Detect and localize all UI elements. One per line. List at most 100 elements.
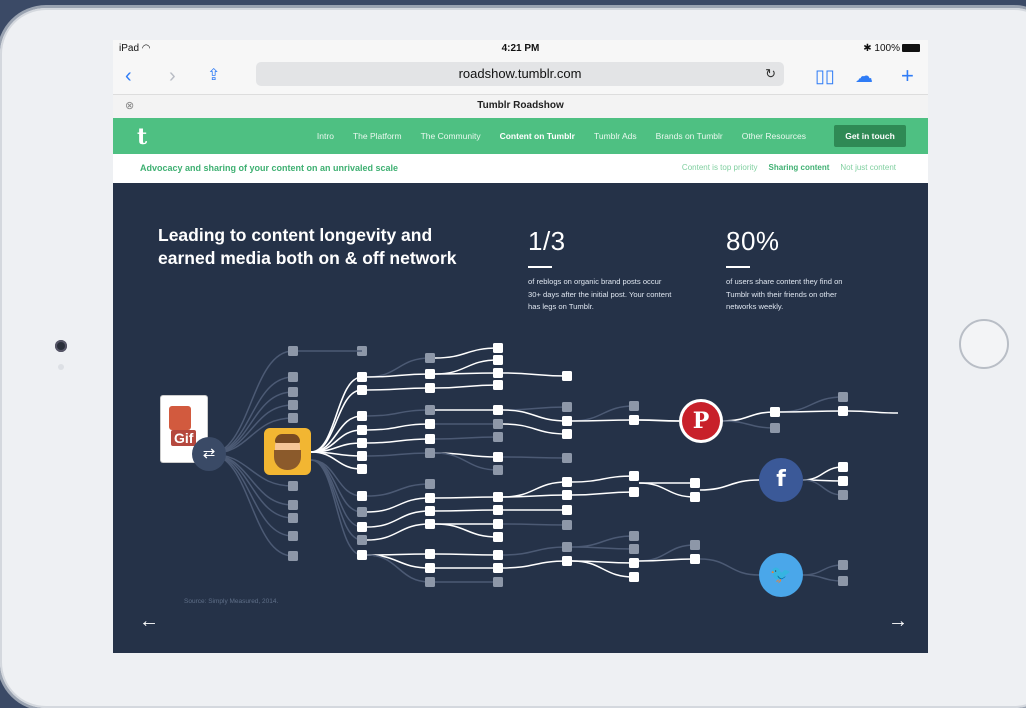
share-node xyxy=(629,471,639,481)
share-node xyxy=(425,369,435,379)
share-path-line xyxy=(366,373,431,378)
share-path-line xyxy=(802,564,844,576)
stat-description: of users share content they find on Tumb… xyxy=(726,277,843,311)
stat-value: 1/3 xyxy=(528,226,566,256)
share-path-line xyxy=(434,496,499,499)
share-node xyxy=(357,451,367,461)
share-node xyxy=(493,532,503,542)
share-path-line xyxy=(722,420,776,429)
share-path-line xyxy=(310,459,363,541)
share-node xyxy=(690,554,700,564)
stat-divider xyxy=(528,266,552,268)
share-node xyxy=(838,476,848,486)
share-node xyxy=(493,577,503,587)
home-button[interactable] xyxy=(959,319,1009,369)
share-path-line xyxy=(502,372,568,377)
share-path-line xyxy=(571,405,635,422)
share-node xyxy=(770,423,780,433)
share-node xyxy=(493,368,503,378)
share-node xyxy=(493,550,503,560)
share-node xyxy=(425,383,435,393)
share-node xyxy=(357,385,367,395)
share-path-line xyxy=(434,384,499,389)
prev-arrow-icon[interactable]: ← xyxy=(139,610,159,633)
share-path-line xyxy=(310,459,363,497)
reblog-icon: ⇄ xyxy=(192,437,226,471)
share-path-line xyxy=(638,482,696,498)
share-node xyxy=(690,492,700,502)
share-node xyxy=(357,491,367,501)
share-node xyxy=(562,520,572,530)
user-avatar-icon xyxy=(264,428,311,475)
share-path-line xyxy=(434,359,499,375)
pinterest-icon: P xyxy=(679,399,723,443)
share-node xyxy=(425,563,435,573)
share-node xyxy=(357,425,367,435)
share-node xyxy=(357,438,367,448)
share-path-line xyxy=(434,509,499,512)
share-node xyxy=(493,452,503,462)
share-path-line xyxy=(802,466,844,481)
sensor-dot xyxy=(58,364,64,370)
share-node xyxy=(562,490,572,500)
share-path-line xyxy=(366,438,431,444)
share-node xyxy=(288,346,298,356)
share-node xyxy=(357,507,367,517)
sharing-tree-diagram xyxy=(208,343,899,587)
share-path-line xyxy=(310,459,363,528)
share-path-line xyxy=(366,423,431,431)
share-node xyxy=(562,505,572,515)
share-node xyxy=(629,572,639,582)
share-path-line xyxy=(366,409,431,417)
share-node xyxy=(425,577,435,587)
share-node xyxy=(357,550,367,560)
share-path-line xyxy=(847,410,899,414)
share-node xyxy=(493,380,503,390)
share-node xyxy=(357,535,367,545)
share-path-line xyxy=(571,475,635,483)
share-node xyxy=(288,531,298,541)
share-node xyxy=(493,432,503,442)
avatar-hair xyxy=(275,434,300,443)
share-path-line xyxy=(638,419,680,422)
share-node xyxy=(562,416,572,426)
share-path-line xyxy=(699,479,760,491)
next-arrow-icon[interactable]: → xyxy=(888,610,908,633)
share-node xyxy=(562,402,572,412)
share-node xyxy=(629,544,639,554)
share-path-line xyxy=(366,497,431,513)
share-path-line xyxy=(699,558,760,576)
stat-sharing: 80% of users share content they find on … xyxy=(726,226,906,314)
share-node xyxy=(562,453,572,463)
gif-stack-graphic xyxy=(169,406,191,430)
share-node xyxy=(629,415,639,425)
headline-line-1: Leading to content longevity and xyxy=(158,225,433,245)
share-path-line xyxy=(366,387,431,391)
share-node xyxy=(562,556,572,566)
share-node xyxy=(357,411,367,421)
share-node xyxy=(288,387,298,397)
share-node xyxy=(425,353,435,363)
share-node xyxy=(838,462,848,472)
share-path-line xyxy=(366,452,431,457)
share-node xyxy=(493,492,503,502)
share-path-line xyxy=(502,423,568,435)
stat-description: of reblogs on organic brand posts occur … xyxy=(528,277,672,311)
share-node xyxy=(425,493,435,503)
share-node xyxy=(493,343,503,353)
gif-label: Gif xyxy=(171,430,197,446)
share-path-line xyxy=(502,456,568,459)
share-node xyxy=(690,540,700,550)
stat-reblogs: 1/3 of reblogs on organic brand posts oc… xyxy=(528,226,708,314)
share-node xyxy=(288,481,298,491)
share-node xyxy=(425,519,435,529)
share-path-line xyxy=(571,535,635,548)
share-node xyxy=(629,487,639,497)
share-node xyxy=(690,478,700,488)
share-node xyxy=(288,400,298,410)
share-node xyxy=(425,419,435,429)
share-node xyxy=(425,448,435,458)
share-node xyxy=(425,549,435,559)
share-path-line xyxy=(310,459,363,556)
twitter-icon: 🐦 xyxy=(759,553,803,597)
